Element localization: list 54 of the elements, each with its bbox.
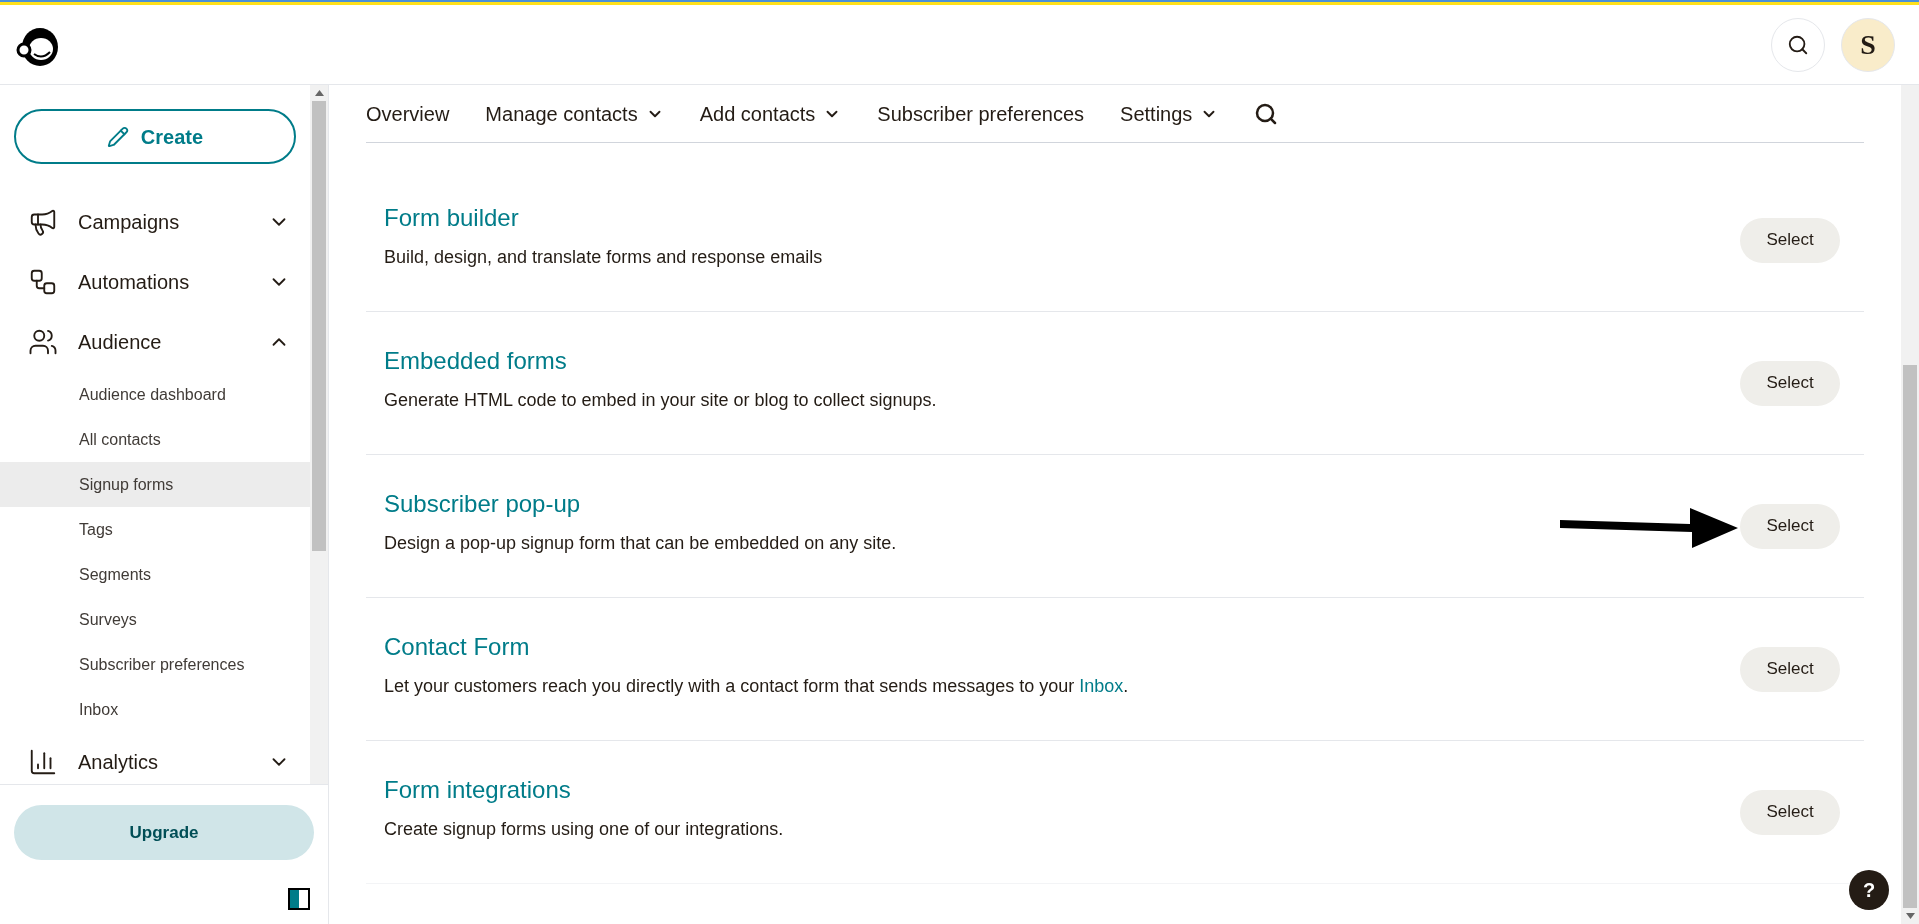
form-description: Let your customers reach you directly with a contact form that sends messages to your Inbox.: [384, 674, 1129, 698]
scrollbar[interactable]: [310, 85, 328, 784]
nav-item[interactable]: Automations: [0, 252, 310, 312]
nav-item[interactable]: Audience: [0, 312, 310, 372]
scroll-up-icon[interactable]: [314, 90, 324, 96]
form-title[interactable]: Embedded forms: [384, 342, 937, 379]
subnav-item[interactable]: Inbox: [0, 687, 310, 732]
form-title[interactable]: Contact Form: [384, 628, 1129, 665]
nav-label: Analytics: [78, 750, 160, 775]
nav-label: Audience: [78, 330, 163, 355]
select-button[interactable]: Select: [1740, 217, 1840, 263]
form-description: Generate HTML code to embed in your site or blog to collect signups.: [384, 388, 937, 412]
select-button[interactable]: Select: [1740, 789, 1840, 835]
subnav-item[interactable]: Tags: [0, 507, 310, 552]
form-description: Build, design, and translate forms and response emails: [384, 245, 823, 269]
help-button[interactable]: ?: [1849, 870, 1889, 910]
form-title[interactable]: Form builder: [384, 199, 823, 236]
nav-tab[interactable]: Add contacts: [699, 98, 842, 129]
nav-tab[interactable]: Manage contacts: [485, 98, 664, 129]
megaphone-icon: [28, 207, 58, 237]
nav-tab[interactable]: Subscriber preferences: [877, 98, 1085, 129]
subnav-item[interactable]: Subscriber preferences: [0, 642, 310, 687]
select-button[interactable]: Select: [1740, 503, 1840, 549]
nav-label: Automations: [78, 270, 191, 295]
nav-item[interactable]: Campaigns: [0, 192, 310, 252]
search-button[interactable]: [1771, 17, 1825, 72]
search-icon: [1787, 33, 1809, 56]
nav-label: Campaigns: [78, 210, 181, 235]
pencil-icon: [106, 125, 129, 148]
scroll-down-icon[interactable]: [1905, 913, 1915, 919]
chart-icon: [28, 747, 58, 777]
scrollbar[interactable]: [1901, 85, 1919, 924]
nav-item[interactable]: Analytics: [0, 732, 310, 784]
nav-tab[interactable]: Settings: [1120, 98, 1219, 129]
user-avatar[interactable]: S: [1841, 17, 1895, 72]
subnav-item[interactable]: Surveys: [0, 597, 310, 642]
people-icon: [28, 327, 58, 357]
form-description: Create signup forms using one of our integrations.: [384, 817, 784, 841]
subnav-item[interactable]: All contacts: [0, 417, 310, 462]
create-button[interactable]: Create: [14, 109, 296, 164]
nav-tab[interactable]: Overview: [366, 98, 450, 129]
select-button[interactable]: Select: [1740, 646, 1840, 692]
form-description: Design a pop-up signup form that can be embedded on any site.: [384, 531, 897, 555]
search-icon[interactable]: [1254, 101, 1279, 126]
upgrade-button[interactable]: Upgrade: [14, 805, 314, 860]
subnav-item[interactable]: Signup forms: [0, 462, 310, 507]
subnav-item[interactable]: Audience dashboard: [0, 372, 310, 417]
panel-toggle-icon[interactable]: [288, 888, 310, 910]
inbox-link[interactable]: Inbox: [1079, 675, 1124, 696]
form-title[interactable]: Form integrations: [384, 771, 784, 808]
form-title[interactable]: Subscriber pop-up: [384, 485, 897, 522]
subnav-item[interactable]: Segments: [0, 552, 310, 597]
select-button[interactable]: Select: [1740, 360, 1840, 406]
flow-icon: [28, 267, 58, 297]
